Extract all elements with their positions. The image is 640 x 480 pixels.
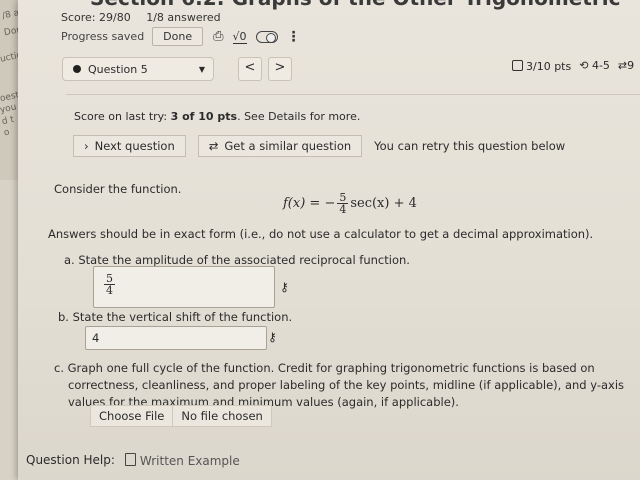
formula-lhs: f(x) = − — [283, 196, 336, 211]
done-button[interactable]: Done — [152, 27, 204, 46]
choose-file-button[interactable]: Choose File — [91, 406, 174, 426]
file-upload: Choose File No file chosen — [90, 405, 272, 427]
chevron-right-icon: › — [84, 139, 89, 153]
part-b-prompt: b. State the vertical shift of the funct… — [58, 310, 293, 324]
part-c-prompt: c. Graph one full cycle of the function.… — [54, 360, 640, 411]
points-badge: 3/10 pts — [512, 59, 571, 73]
answer-a-fraction: 5 4 — [104, 273, 115, 296]
progress-status: Progress saved — [61, 30, 145, 43]
bg-snippet: you — [0, 102, 18, 116]
sqrt-icon[interactable]: √0 — [232, 30, 247, 44]
retry-message: You can retry this question below — [374, 139, 566, 153]
part-c-line: c. Graph one full cycle of the function.… — [54, 361, 595, 375]
retries-text: 4-5 — [591, 59, 610, 72]
function-formula: f(x) = − 5 4 sec(x) + 4 — [283, 192, 417, 215]
next-question-arrow-button[interactable]: > — [268, 57, 292, 81]
similar-badge: ⇄9 — [617, 59, 635, 72]
progress-line: Progress saved Done ⎙ √0 ⋮ — [61, 27, 301, 46]
print-icon[interactable]: ⎙ — [213, 29, 223, 44]
written-example-label: Written Example — [139, 454, 240, 468]
section-title: Section 6.2: Graphs of the Other Trigono… — [90, 0, 620, 10]
prev-question-button[interactable]: < — [238, 57, 262, 81]
part-a-prompt: a. State the amplitude of the associated… — [64, 253, 410, 267]
question-select[interactable]: Question 5 ▼ — [62, 57, 214, 81]
next-question-label: Next question — [94, 139, 175, 153]
points-info: 3/10 pts ⟲ 4-5 ⇄9 — [512, 59, 634, 73]
status-dot-icon — [73, 65, 81, 73]
last-try-suffix: . See Details for more. — [237, 110, 361, 123]
problem-intro: Consider the function. — [54, 182, 182, 196]
answer-a-denominator: 4 — [106, 284, 113, 297]
action-row: › Next question ⇄ Get a similar question… — [73, 135, 565, 157]
assignment-page: Section 6.2: Graphs of the Other Trigono… — [18, 0, 640, 480]
key-icon[interactable]: ⚷ — [280, 280, 289, 294]
checkbox-icon — [512, 60, 523, 71]
last-try-points: 3 of 10 pts — [170, 110, 238, 123]
amplitude-answer-field[interactable]: 5 4 — [93, 266, 275, 308]
written-example-link[interactable]: Written Example — [124, 452, 240, 468]
caret-down-icon: ▼ — [198, 64, 205, 74]
bg-snippet: o — [3, 127, 11, 139]
similar-count: 9 — [627, 59, 635, 72]
last-try-score: Score on last try: 3 of 10 pts. See Deta… — [74, 110, 360, 123]
question-nav-bar: Question 5 ▼ < > 3/10 pts ⟲ 4-5 ⇄9 — [56, 55, 640, 81]
document-icon — [124, 453, 136, 466]
formula-rhs: sec(x) + 4 — [350, 196, 417, 211]
retries-badge: ⟲ 4-5 — [579, 59, 610, 72]
answer-b-value: 4 — [92, 331, 100, 345]
kebab-menu-icon[interactable]: ⋮ — [287, 29, 301, 45]
instructions: Answers should be in exact form (i.e., d… — [48, 227, 594, 241]
refresh-icon: ⇄ — [208, 139, 219, 153]
score-line: Score: 29/80 1/8 answered — [61, 11, 221, 24]
vertical-shift-answer-field[interactable]: 4 — [85, 326, 267, 350]
formula-fraction: 5 4 — [337, 192, 349, 216]
question-help: Question Help: Written Example — [26, 452, 240, 468]
question-select-label: Question 5 — [88, 62, 148, 76]
toolbar: ⎙ √0 ⋮ — [213, 29, 300, 45]
file-status: No file chosen — [181, 409, 263, 423]
divider — [66, 94, 640, 95]
formula-denominator: 4 — [339, 203, 347, 216]
similar-question-label: Get a similar question — [224, 139, 352, 153]
question-help-label: Question Help: — [26, 453, 115, 467]
similar-question-button[interactable]: ⇄ Get a similar question — [197, 135, 363, 157]
points-text: 3/10 pts — [526, 60, 572, 73]
last-try-prefix: Score on last try: — [74, 110, 171, 123]
key-icon[interactable]: ⚷ — [268, 330, 277, 344]
toggle-icon[interactable] — [255, 30, 278, 43]
answered-count: 1/8 answered — [146, 11, 221, 24]
part-c-line: correctness, cleanliness, and proper lab… — [68, 378, 625, 392]
score-text: Score: 29/80 — [61, 11, 131, 24]
bg-snippet: d t — [1, 114, 16, 128]
next-question-button[interactable]: › Next question — [73, 135, 186, 157]
